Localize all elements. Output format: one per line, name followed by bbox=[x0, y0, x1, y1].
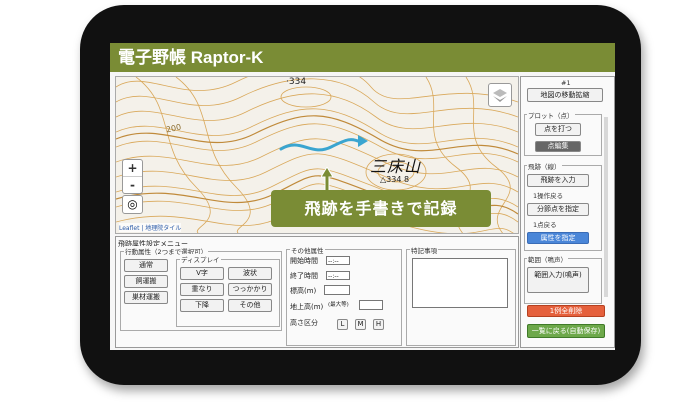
app-title: 電子野帳 Raptor-K bbox=[110, 43, 615, 72]
track-input-button[interactable]: 飛跡を入力 bbox=[527, 174, 589, 187]
display-v-button[interactable]: V字 bbox=[180, 267, 224, 280]
end-time-label: 終了時間 bbox=[290, 272, 318, 280]
record-number: #1 bbox=[561, 79, 571, 87]
height-mid-button[interactable]: M bbox=[355, 319, 366, 330]
ground-height-note: (最大等) bbox=[328, 302, 349, 308]
map-attribution[interactable]: Leaflet | 地理院タイル bbox=[119, 223, 182, 232]
behavior-food-button[interactable]: 飼運搬 bbox=[124, 275, 168, 288]
place-point-button[interactable]: 点を打つ bbox=[535, 123, 581, 136]
range-input-button[interactable]: 範囲入力(鳴声) bbox=[527, 267, 589, 293]
track-group-label: 飛跡（線） bbox=[527, 161, 562, 171]
height-class-label: 高さ区分 bbox=[290, 319, 318, 327]
display-other-button[interactable]: その他 bbox=[228, 299, 272, 312]
start-time-input[interactable]: --:-- bbox=[326, 256, 350, 265]
altitude-input[interactable] bbox=[324, 285, 350, 295]
notes-label: 特記事項 bbox=[410, 245, 438, 255]
track-arrow-icon bbox=[358, 135, 368, 147]
display-descend-button[interactable]: 下降 bbox=[180, 299, 224, 312]
track-attribute-form: 飛跡属性設定メニュー 行動属性（2つまで選択可） 通常 飼運搬 巣材運搬 ディス… bbox=[115, 236, 519, 348]
locate-icon[interactable]: ◎ bbox=[122, 195, 143, 214]
back-to-list-button[interactable]: 一覧に戻る(自動保存) bbox=[527, 324, 605, 338]
display-attack-button[interactable]: つっかかり bbox=[228, 283, 272, 296]
callout-banner: 飛跡を手書きで記録 bbox=[271, 190, 491, 227]
start-time-label: 開始時間 bbox=[290, 257, 318, 265]
undo-point-link[interactable]: 1点戻る bbox=[533, 219, 557, 229]
move-map-button[interactable]: 地図の移動拡縮 bbox=[527, 88, 603, 102]
behavior-normal-button[interactable]: 通常 bbox=[124, 259, 168, 272]
set-attribute-button[interactable]: 属性を指定 bbox=[527, 232, 589, 244]
plot-group-label: プロット（点） bbox=[527, 110, 575, 120]
notes-textarea[interactable] bbox=[412, 258, 508, 308]
callout-pointer-icon bbox=[321, 167, 333, 191]
split-point-button[interactable]: 分節点を指定 bbox=[527, 203, 589, 216]
display-overlap-button[interactable]: 重なり bbox=[180, 283, 224, 296]
place-name: 三床山 bbox=[370, 157, 422, 176]
behavior-nest-button[interactable]: 巣材運搬 bbox=[124, 291, 168, 304]
ground-height-input[interactable] bbox=[359, 300, 383, 310]
other-attr-group-label: その他属性 bbox=[290, 245, 325, 255]
point-edit-button[interactable]: 点編集 bbox=[535, 141, 581, 152]
height-high-button[interactable]: H bbox=[373, 319, 384, 330]
delete-record-button[interactable]: 1例全削除 bbox=[527, 305, 605, 317]
height-low-button[interactable]: L bbox=[337, 319, 348, 330]
end-time-input[interactable]: --:-- bbox=[326, 271, 350, 280]
display-wave-button[interactable]: 波状 bbox=[228, 267, 272, 280]
elevation-label: ·334 bbox=[286, 77, 307, 87]
undo-operation-link[interactable]: 1操作戻る bbox=[533, 190, 563, 200]
altitude-label: 標高(m) bbox=[290, 287, 317, 295]
zoom-in-button[interactable]: + bbox=[123, 160, 142, 176]
display-group-label: ディスプレイ bbox=[180, 254, 221, 264]
ground-height-label: 地上高(m) bbox=[290, 303, 324, 311]
summit-label: △334 8 bbox=[380, 175, 410, 184]
flight-track bbox=[279, 138, 363, 152]
app-screen: 電子野帳 Raptor-K ·334 200 三床山 △334 8 + - ◎ … bbox=[110, 43, 615, 350]
side-panel: #1 地図の移動拡縮 プロット（点） 点を打つ 点編集 飛跡（線） 飛跡を入力 … bbox=[520, 76, 615, 348]
zoom-control: + - bbox=[122, 159, 143, 194]
zoom-out-button[interactable]: - bbox=[123, 176, 142, 193]
layers-icon[interactable] bbox=[488, 83, 512, 107]
panel-scrollbar[interactable] bbox=[604, 117, 608, 297]
range-group-label: 範囲（鳴声） bbox=[527, 254, 568, 264]
